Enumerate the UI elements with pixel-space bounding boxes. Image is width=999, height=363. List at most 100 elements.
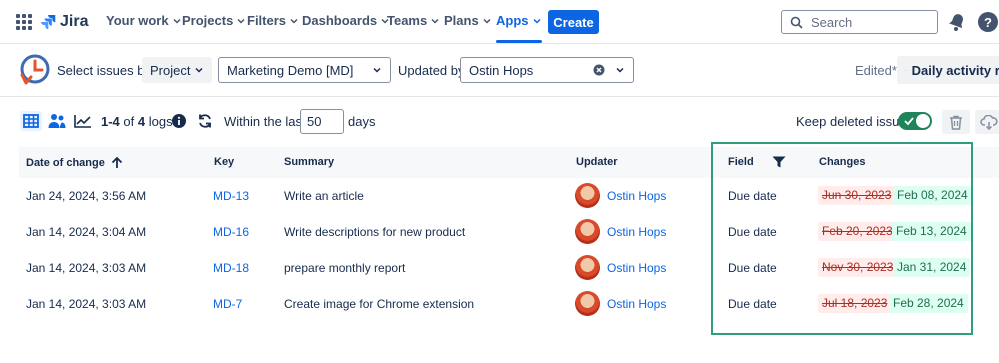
issue-key-link[interactable]: MD-18 [213, 261, 249, 275]
column-changes-label: Changes [819, 156, 866, 168]
log-toolbar: 1-4 of 4 logs Within the last: days Keep… [0, 100, 999, 142]
search-box[interactable] [781, 10, 938, 34]
report-selector-label: Daily activity re [911, 62, 999, 78]
nav-plans[interactable]: Plans [444, 13, 492, 28]
filter-bar: Select issues by: Project Marketing Demo… [0, 45, 999, 97]
clear-icon[interactable] [593, 64, 605, 76]
top-navigation: Jira Your work Projects Filters Dashboar… [0, 0, 999, 44]
issue-summary: Write descriptions for new product [284, 225, 466, 239]
nav-your-work-label: Your work [106, 13, 169, 28]
avatar [575, 291, 600, 316]
search-input[interactable] [811, 14, 931, 30]
new-value: Feb 08, 2024 [893, 186, 972, 205]
keep-deleted-label: Keep deleted issues [796, 114, 914, 129]
days-label: days [348, 114, 376, 129]
download-button[interactable] [975, 110, 999, 134]
app-switcher-icon[interactable] [16, 14, 32, 30]
nav-apps[interactable]: Apps [496, 13, 542, 43]
issue-summary: Write an article [284, 189, 364, 203]
column-updater-label: Updater [576, 156, 618, 168]
old-value: Nov 30, 2023 [818, 258, 898, 277]
help-icon[interactable]: ? [978, 12, 998, 32]
nav-filters[interactable]: Filters [247, 13, 299, 28]
nav-apps-label: Apps [496, 13, 529, 28]
select-issues-by-dropdown[interactable]: Project [142, 57, 212, 83]
nav-projects[interactable]: Projects [182, 13, 246, 28]
column-changes[interactable]: Changes [819, 156, 865, 168]
column-field[interactable]: Field [728, 156, 786, 168]
table-row[interactable]: Jan 14, 2024, 3:03 AM MD-18 prepare mont… [19, 250, 999, 286]
table-row[interactable]: Jan 14, 2024, 3:04 AM MD-16 Write descri… [19, 214, 999, 250]
report-selector[interactable]: Daily activity re [897, 56, 999, 84]
sort-ascending-icon[interactable] [111, 156, 123, 169]
project-value: Marketing Demo [MD] [227, 62, 354, 78]
users-view-button[interactable] [46, 111, 68, 131]
nav-dashboards-label: Dashboards [302, 13, 378, 28]
new-value: Jan 31, 2024 [893, 258, 971, 277]
nav-your-work[interactable]: Your work [106, 13, 182, 28]
column-field-label: Field [728, 156, 754, 168]
issue-key-link[interactable]: MD-7 [213, 297, 242, 311]
column-date-of-change[interactable]: Date of change [26, 156, 123, 169]
trash-icon [950, 115, 962, 130]
toggle-knob [916, 114, 930, 128]
row-date: Jan 14, 2024, 3:03 AM [26, 261, 147, 275]
log-total: 4 [137, 114, 146, 129]
create-button[interactable]: Create [548, 10, 599, 34]
nav-plans-label: Plans [444, 13, 479, 28]
field-name: Due date [728, 297, 777, 311]
chevron-down-icon [237, 18, 245, 24]
days-input[interactable] [300, 109, 344, 134]
updater-link[interactable]: Ostin Hops [607, 261, 666, 275]
table-view-icon [23, 114, 39, 128]
new-value: Feb 13, 2024 [892, 222, 971, 241]
line-chart-icon [74, 115, 91, 128]
chevron-down-icon [373, 67, 381, 73]
search-icon [790, 16, 803, 29]
updater-link[interactable]: Ostin Hops [607, 189, 666, 203]
nav-dashboards[interactable]: Dashboards [302, 13, 390, 28]
column-summary[interactable]: Summary [284, 156, 334, 168]
edited-indicator: Edited* [855, 63, 897, 78]
select-issues-label: Select issues by: [57, 63, 155, 78]
project-dropdown[interactable]: Marketing Demo [MD] [218, 57, 391, 83]
column-key[interactable]: Key [214, 156, 234, 168]
log-of: of [123, 114, 135, 129]
keep-deleted-toggle[interactable] [898, 112, 932, 130]
table-row[interactable]: Jan 24, 2024, 3:56 AM MD-13 Write an art… [19, 178, 999, 214]
issue-key-link[interactable]: MD-16 [213, 225, 249, 239]
avatar [575, 219, 600, 244]
chart-view-button[interactable] [72, 111, 94, 131]
updater-link[interactable]: Ostin Hops [607, 297, 666, 311]
chevron-down-icon [616, 67, 624, 73]
table-icon [905, 69, 906, 71]
column-updater[interactable]: Updater [576, 156, 618, 168]
new-value: Feb 28, 2024 [889, 294, 968, 313]
old-value: Jul 18, 2023 [818, 294, 892, 313]
info-icon[interactable] [172, 114, 186, 128]
cloud-download-icon [980, 114, 998, 130]
select-issues-by-value: Project [150, 62, 191, 78]
table-row[interactable]: Jan 14, 2024, 3:03 AM MD-7 Create image … [19, 286, 999, 322]
field-name: Due date [728, 261, 777, 275]
updater-link[interactable]: Ostin Hops [607, 225, 666, 239]
jira-logo-icon [41, 15, 56, 30]
refresh-icon[interactable] [197, 113, 213, 129]
log-unit: logs [148, 114, 173, 129]
filter-funnel-icon[interactable] [772, 156, 786, 168]
updated-by-dropdown[interactable]: Ostin Hops [460, 57, 634, 83]
issue-key-link[interactable]: MD-13 [213, 189, 249, 203]
jira-logo-text: Jira [60, 13, 89, 30]
jira-logo[interactable]: Jira [40, 11, 88, 33]
row-date: Jan 14, 2024, 3:04 AM [26, 225, 147, 239]
chevron-down-icon [173, 18, 181, 24]
column-date-label: Date of change [26, 156, 105, 169]
notifications-bell-icon[interactable] [948, 12, 966, 32]
activity-log-app-icon [20, 54, 50, 85]
issue-summary: prepare monthly report [284, 261, 406, 275]
table-view-button[interactable] [20, 111, 42, 131]
nav-filters-label: Filters [247, 13, 287, 28]
nav-teams[interactable]: Teams [387, 13, 440, 28]
delete-button[interactable] [942, 110, 970, 134]
people-icon [48, 114, 66, 128]
